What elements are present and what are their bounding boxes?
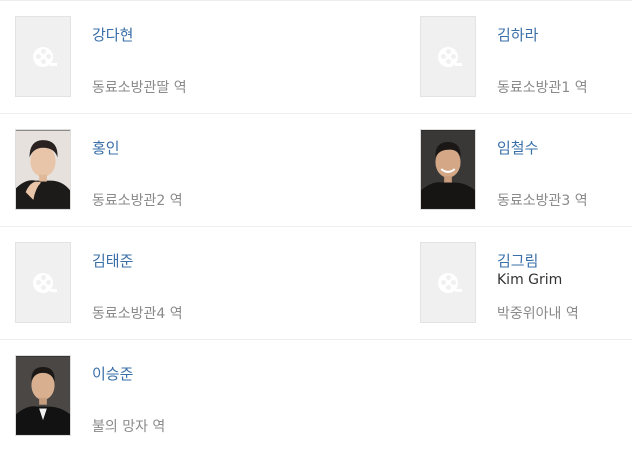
cast-row: 강다현 동료소방관딸 역 김하라 동료소방관1 역 — [0, 0, 632, 113]
cast-row: 이승준 불의 망자 역 — [0, 339, 632, 452]
cast-role: 동료소방관4 역 — [92, 306, 183, 322]
cast-photo-placeholder[interactable] — [420, 242, 476, 323]
cast-row: 김태준 동료소방관4 역 김그림 Kim Grim 박중위아내 역 — [0, 226, 632, 339]
cast-card[interactable]: 김태준 동료소방관4 역 — [15, 242, 235, 332]
cast-row: 홍인 동료소방관2 역 임철수 동료소방관3 역 — [0, 113, 632, 226]
cast-card[interactable]: 홍인 동료소방관2 역 — [15, 129, 235, 219]
cast-name-link[interactable]: 임철수 — [497, 137, 538, 158]
cast-card[interactable]: 강다현 동료소방관딸 역 — [15, 16, 235, 106]
cast-photo-placeholder[interactable] — [15, 16, 71, 97]
person-portrait-image — [421, 130, 475, 209]
cast-name-link[interactable]: 이승준 — [92, 363, 133, 384]
cast-photo[interactable] — [15, 355, 71, 436]
cast-english-name: Kim Grim — [497, 272, 563, 288]
cast-name-link[interactable]: 홍인 — [92, 137, 120, 158]
cast-role: 동료소방관3 역 — [497, 193, 588, 209]
cast-photo[interactable] — [420, 129, 476, 210]
cast-name-link[interactable]: 김하라 — [497, 24, 538, 45]
cast-card[interactable]: 김하라 동료소방관1 역 — [420, 16, 632, 106]
cast-role: 동료소방관2 역 — [92, 193, 183, 209]
cast-name-link[interactable]: 강다현 — [92, 24, 133, 45]
cast-list: 강다현 동료소방관딸 역 김하라 동료소방관1 역 홍인 동료소방관2 역 임철… — [0, 0, 632, 454]
film-reel-icon — [33, 46, 57, 67]
cast-card[interactable]: 임철수 동료소방관3 역 — [420, 129, 632, 219]
cast-role: 불의 망자 역 — [92, 419, 166, 435]
cast-role: 동료소방관딸 역 — [92, 80, 187, 96]
cast-photo[interactable] — [15, 129, 71, 210]
person-portrait-image — [16, 356, 70, 435]
film-reel-icon — [33, 272, 57, 293]
cast-card[interactable]: 이승준 불의 망자 역 — [15, 355, 235, 445]
film-reel-icon — [438, 272, 462, 293]
cast-photo-placeholder[interactable] — [15, 242, 71, 323]
person-portrait-image — [16, 130, 70, 209]
cast-name-link[interactable]: 김그림 — [497, 250, 538, 271]
cast-photo-placeholder[interactable] — [420, 16, 476, 97]
cast-role: 박중위아내 역 — [497, 306, 579, 322]
cast-role: 동료소방관1 역 — [497, 80, 588, 96]
cast-card[interactable]: 김그림 Kim Grim 박중위아내 역 — [420, 242, 632, 332]
film-reel-icon — [438, 46, 462, 67]
cast-name-link[interactable]: 김태준 — [92, 250, 133, 271]
